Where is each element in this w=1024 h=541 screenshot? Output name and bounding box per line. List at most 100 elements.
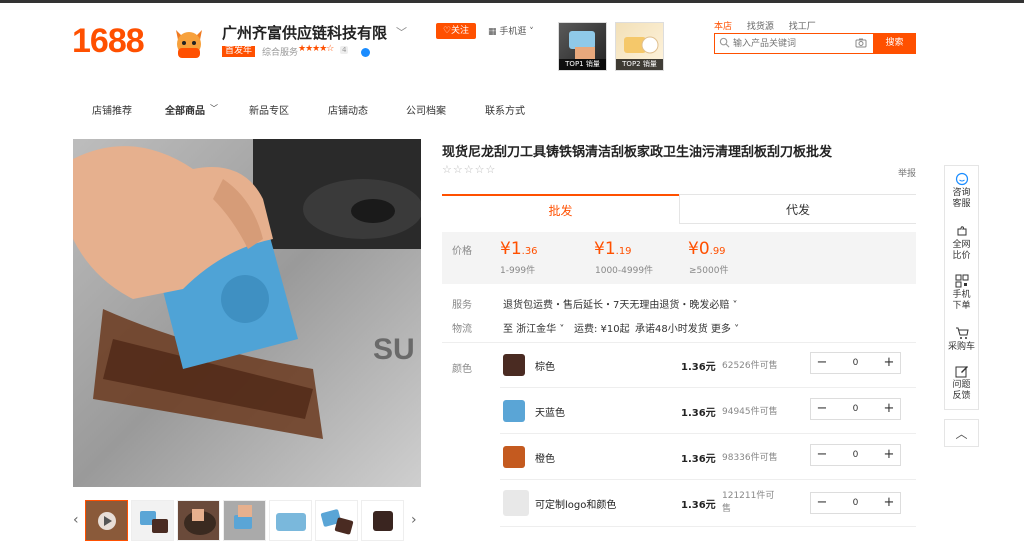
increase-button[interactable]: +	[878, 399, 900, 419]
report-link[interactable]: 举报	[898, 166, 916, 179]
sku-price: 1.36元	[681, 500, 716, 511]
quantity-value[interactable]: 0	[833, 445, 878, 465]
increase-button[interactable]: +	[878, 445, 900, 465]
side-item-label: 问题反馈	[952, 380, 971, 401]
chevron-down-icon[interactable]: ﹀	[396, 24, 407, 40]
sku-row: 可定制logo和颜色 1.36元 121211件可售 − 0 +	[500, 480, 916, 527]
search-button[interactable]: 搜索	[873, 33, 916, 54]
search-icon	[719, 37, 730, 48]
sku-row: 天蓝色 1.36元 94945件可售 − 0 +	[500, 388, 916, 434]
thumbnail-video[interactable]	[85, 500, 128, 541]
cart-icon	[955, 327, 969, 339]
side-toolbar: 咨询客服 全网比价 手机下单 采购车 问题反馈	[944, 165, 979, 410]
thumbnail-image[interactable]	[269, 500, 312, 541]
search-input[interactable]	[733, 34, 843, 53]
follow-button[interactable]: ♡关注	[436, 23, 476, 39]
increase-button[interactable]: +	[878, 353, 900, 373]
price-tier-1: ¥1.36	[500, 239, 538, 259]
sku-stock: 98336件可售	[722, 453, 778, 463]
quantity-value[interactable]: 0	[833, 399, 878, 419]
quantity-stepper: − 0 +	[810, 492, 901, 514]
nav-item-new[interactable]: 新品专区	[249, 102, 289, 117]
price-panel: 价格 ¥1.36 1-999件 ¥1.19 1000-4999件 ¥0.99 ≥…	[442, 232, 916, 284]
thumbnail-image[interactable]	[315, 500, 358, 541]
chevron-right-icon[interactable]: ›	[411, 512, 417, 528]
shop-avatar[interactable]	[170, 22, 208, 60]
nav-item-recommend[interactable]: 店铺推荐	[92, 102, 132, 117]
sku-swatch[interactable]	[503, 400, 525, 422]
search-tabs: 本店 找货源 找工厂	[714, 19, 828, 32]
sku-price: 1.36元	[681, 454, 716, 465]
svg-text:SU: SU	[373, 333, 415, 366]
side-item-label: 全网比价	[952, 240, 971, 261]
main-product-image[interactable]: SU	[73, 139, 421, 487]
nav-item-company[interactable]: 公司档案	[406, 102, 446, 117]
sku-name: 棕色	[535, 362, 555, 373]
price-dec: .19	[615, 246, 632, 257]
chevron-down-icon[interactable]: ﹀	[210, 103, 218, 114]
logistics-promise[interactable]: 承诺48小时发货 更多 ˅	[635, 320, 739, 335]
sku-price: 1.36元	[681, 408, 716, 419]
search-tab-source[interactable]: 找货源	[747, 22, 774, 32]
service-value[interactable]: 退货包运费・售后延长・7天无理由退货・晚发必赔 ˅	[503, 296, 738, 311]
price-range: 1000-4999件	[595, 266, 654, 276]
sku-name: 橙色	[535, 454, 555, 465]
side-item-feedback[interactable]: 问题反馈	[945, 364, 978, 402]
logistics-destination[interactable]: 至 浙江金华 ˅	[503, 320, 564, 335]
logistics-fee: 运费: ¥10起	[574, 324, 630, 335]
shop-name[interactable]: 广州齐富供应链科技有限	[222, 22, 387, 43]
sku-stock: 121211件可售	[722, 491, 775, 514]
quantity-value[interactable]: 0	[833, 353, 878, 373]
sku-row: 橙色 1.36元 98336件可售 − 0 +	[500, 434, 916, 480]
rating-stars: ★★★★☆	[298, 44, 334, 54]
decrease-button[interactable]: −	[811, 445, 833, 465]
site-logo[interactable]: 1688	[72, 22, 145, 61]
nav-item-contact[interactable]: 联系方式	[485, 102, 525, 117]
side-item-label: 采购车	[947, 342, 975, 352]
search-tab-store[interactable]: 本店	[714, 22, 732, 32]
nav-item-all-products[interactable]: 全部商品	[165, 102, 205, 117]
decrease-button[interactable]: −	[811, 399, 833, 419]
color-label: 颜色	[452, 364, 472, 375]
thumbnail-image[interactable]	[131, 500, 174, 541]
increase-button[interactable]: +	[878, 493, 900, 513]
sku-row: 棕色 1.36元 62526件可售 − 0 +	[500, 342, 916, 388]
top-product-2[interactable]: TOP2 销量	[615, 22, 664, 71]
service-label: 服务	[452, 300, 472, 311]
side-item-compare[interactable]: 全网比价	[945, 224, 978, 262]
qr-icon: ▦	[488, 27, 500, 37]
decrease-button[interactable]: −	[811, 353, 833, 373]
thumbnail-image[interactable]	[223, 500, 266, 541]
mobile-label: 手机逛 ˅	[499, 27, 534, 37]
verified-icon	[361, 48, 370, 57]
side-item-cart[interactable]: 采购车	[945, 326, 978, 353]
tab-dropship[interactable]: 代发	[679, 194, 916, 224]
quantity-value[interactable]: 0	[833, 493, 878, 513]
edit-icon	[955, 366, 968, 378]
tab-wholesale[interactable]: 批发	[442, 194, 679, 224]
camera-icon[interactable]	[855, 37, 867, 49]
price-int: ¥1	[594, 239, 616, 259]
chevron-left-icon[interactable]: ‹	[73, 512, 79, 528]
sku-swatch[interactable]	[503, 490, 529, 516]
sku-swatch[interactable]	[503, 354, 525, 376]
thumbnail-image[interactable]	[361, 500, 404, 541]
price-label: 价格	[452, 246, 472, 257]
thumbnail-image[interactable]	[177, 500, 220, 541]
sku-name: 可定制logo和颜色	[535, 500, 617, 511]
sku-swatch[interactable]	[503, 446, 525, 468]
chat-icon	[955, 172, 968, 186]
back-to-top-button[interactable]: ︿	[944, 419, 979, 447]
price-int: ¥0	[688, 239, 710, 259]
sku-stock: 94945件可售	[722, 407, 778, 417]
mobile-shop-link[interactable]: ▦ 手机逛 ˅	[488, 24, 534, 37]
product-title: 现货尼龙刮刀工具铸铁锅清洁刮板家政卫生油污清理刮板刮刀板批发	[442, 145, 833, 160]
decrease-button[interactable]: −	[811, 493, 833, 513]
nav-item-dynamics[interactable]: 店铺动态	[328, 102, 368, 117]
logistics-label: 物流	[452, 324, 472, 335]
top-product-1[interactable]: TOP1 销量	[558, 22, 607, 71]
chevron-up-icon: ︿	[955, 427, 968, 441]
search-tab-factory[interactable]: 找工厂	[789, 22, 816, 32]
side-item-customer-service[interactable]: 咨询客服	[945, 172, 978, 210]
side-item-mobile-order[interactable]: 手机下单	[945, 274, 978, 312]
